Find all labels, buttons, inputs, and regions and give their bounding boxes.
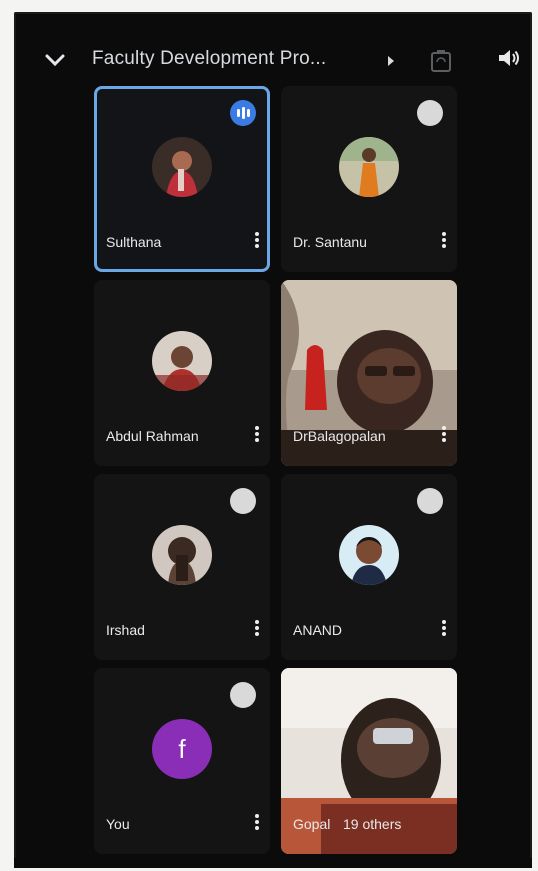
switch-camera-icon[interactable] (430, 48, 452, 74)
speaking-indicator-icon (230, 100, 256, 126)
speaker-icon[interactable] (496, 46, 520, 70)
mic-muted-icon (230, 488, 256, 514)
participant-tile[interactable]: f You (94, 668, 270, 854)
more-options-icon[interactable] (254, 424, 260, 446)
participant-name: Abdul Rahman (106, 428, 199, 444)
bottom-edge (14, 858, 532, 868)
participant-name: Gopal (293, 816, 331, 832)
top-bar: Faculty Development Pro... (14, 12, 532, 82)
participant-tile[interactable]: Sulthana (94, 86, 270, 272)
participant-name: ANAND (293, 622, 343, 638)
more-options-icon[interactable] (254, 230, 260, 252)
avatar: f (152, 719, 212, 779)
meeting-screen: Faculty Development Pro... Sulthana Dr. … (14, 12, 532, 868)
others-count[interactable]: 19 others (343, 816, 401, 832)
participant-name: You (106, 816, 130, 832)
avatar (339, 525, 399, 585)
mic-muted-icon (417, 100, 443, 126)
chevron-down-icon[interactable] (44, 52, 66, 68)
participant-name: Sulthana (106, 234, 162, 250)
participant-name: Irshad (106, 622, 145, 638)
participant-name: Dr. Santanu (293, 234, 367, 250)
more-options-icon[interactable] (441, 230, 447, 252)
participant-tile[interactable]: DrBalagopalan (281, 280, 457, 466)
avatar (152, 525, 212, 585)
mic-muted-icon (230, 682, 256, 708)
participant-tile[interactable]: Gopal 19 others (281, 668, 457, 854)
more-options-icon[interactable] (441, 618, 447, 640)
participant-tile[interactable]: Irshad (94, 474, 270, 660)
mic-muted-icon (417, 488, 443, 514)
avatar (152, 137, 212, 197)
more-options-icon[interactable] (441, 424, 447, 446)
more-options-icon[interactable] (254, 812, 260, 834)
avatar (339, 137, 399, 197)
avatar (152, 331, 212, 391)
participant-tile[interactable]: ANAND (281, 474, 457, 660)
participant-tile[interactable]: Dr. Santanu (281, 86, 457, 272)
participant-tile[interactable]: Abdul Rahman (94, 280, 270, 466)
meeting-details-arrow-icon[interactable] (388, 56, 394, 66)
more-options-icon[interactable] (254, 618, 260, 640)
meeting-title[interactable]: Faculty Development Pro... (92, 48, 326, 70)
participant-name: DrBalagopalan (293, 428, 386, 444)
